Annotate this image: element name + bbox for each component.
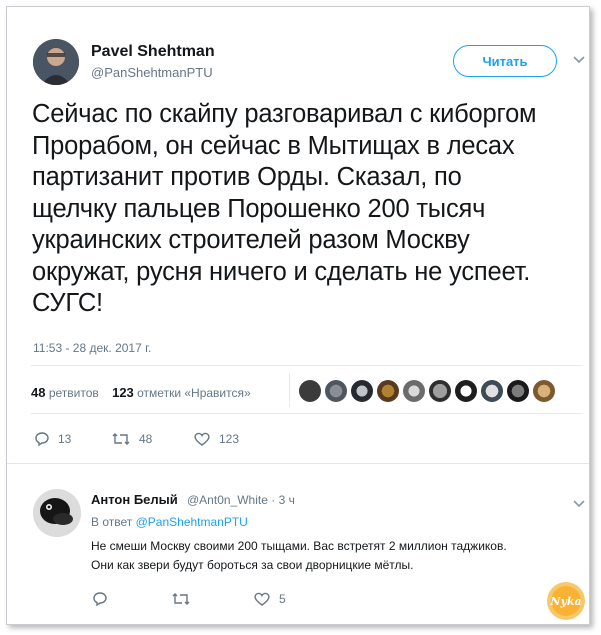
stats-separator	[289, 373, 290, 407]
heart-icon	[254, 592, 270, 606]
watermark-logo: Nyka	[547, 582, 585, 620]
divider-top	[31, 365, 583, 366]
reply-to-line: В ответ @PanShehtmanPTU	[91, 515, 248, 529]
reply-author-name[interactable]: Антон Белый	[91, 492, 178, 507]
liker-avatar[interactable]	[377, 380, 399, 402]
liker-avatar[interactable]	[299, 380, 321, 402]
retweet-icon	[172, 593, 190, 605]
author-handle[interactable]: @PanShehtmanPTU	[91, 65, 213, 80]
author-name[interactable]: Pavel Shehtman	[91, 43, 215, 61]
watermark-text: Nyka	[550, 594, 582, 608]
liker-avatar[interactable]	[507, 380, 529, 402]
liker-avatar[interactable]	[481, 380, 503, 402]
reply-icon	[35, 432, 49, 447]
heart-icon	[194, 432, 210, 446]
retweet-action[interactable]: 48	[111, 431, 152, 447]
like-count: 123	[219, 432, 240, 446]
chevron-down-icon[interactable]	[573, 51, 585, 67]
reply-like-action[interactable]: 5	[253, 591, 286, 607]
reply-to-prefix: В ответ	[91, 515, 133, 529]
reply-to-handle[interactable]: @PanShehtmanPTU	[136, 515, 248, 529]
reply-chevron-down-icon[interactable]	[573, 495, 585, 511]
liker-avatar[interactable]	[403, 380, 425, 402]
reply-icon	[93, 592, 107, 607]
divider-replies	[7, 463, 589, 464]
reply-avatar-image	[33, 489, 81, 537]
tweet-card: Pavel Shehtman @PanShehtmanPTU Читать Се…	[6, 6, 590, 625]
retweet-icon	[112, 433, 130, 445]
follow-button[interactable]: Читать	[453, 45, 557, 77]
author-avatar[interactable]	[33, 39, 79, 85]
like-action[interactable]: 123	[193, 431, 239, 447]
reply-meta: @Ant0n_White · 3 ч	[187, 493, 295, 507]
liker-avatar[interactable]	[533, 380, 555, 402]
reply-like-count: 5	[279, 592, 286, 606]
author-avatar-image	[33, 39, 79, 85]
engagement-stats: 48 ретвитов 123 отметки «Нравится»	[31, 385, 251, 400]
liker-avatar[interactable]	[351, 380, 373, 402]
reply-retweet-action[interactable]	[171, 591, 191, 607]
tweet-text: Сейчас по скайпу разговаривал с киборгом…	[32, 100, 537, 317]
reply-action[interactable]: 13	[33, 431, 71, 447]
reply-author-handle[interactable]: @Ant0n_White	[187, 493, 268, 507]
reply-time[interactable]: · 3 ч	[271, 493, 295, 507]
retweets-count[interactable]: 48	[31, 385, 45, 400]
divider-stats	[31, 413, 583, 414]
tweet-timestamp[interactable]: 11:53 - 28 дек. 2017 г.	[33, 341, 151, 355]
retweets-label[interactable]: ретвитов	[49, 386, 99, 400]
reply-reply-action[interactable]	[91, 591, 108, 607]
likes-label[interactable]: отметки «Нравится»	[137, 386, 251, 400]
reply-author-avatar[interactable]	[33, 489, 81, 537]
reply-count: 13	[58, 432, 72, 446]
liker-avatar[interactable]	[455, 380, 477, 402]
liker-avatar[interactable]	[429, 380, 451, 402]
reply-text: Не смеши Москву своими 200 тыщами. Вас в…	[91, 539, 507, 572]
liker-avatar[interactable]	[325, 380, 347, 402]
likes-count[interactable]: 123	[112, 385, 134, 400]
retweet-count: 48	[139, 432, 153, 446]
